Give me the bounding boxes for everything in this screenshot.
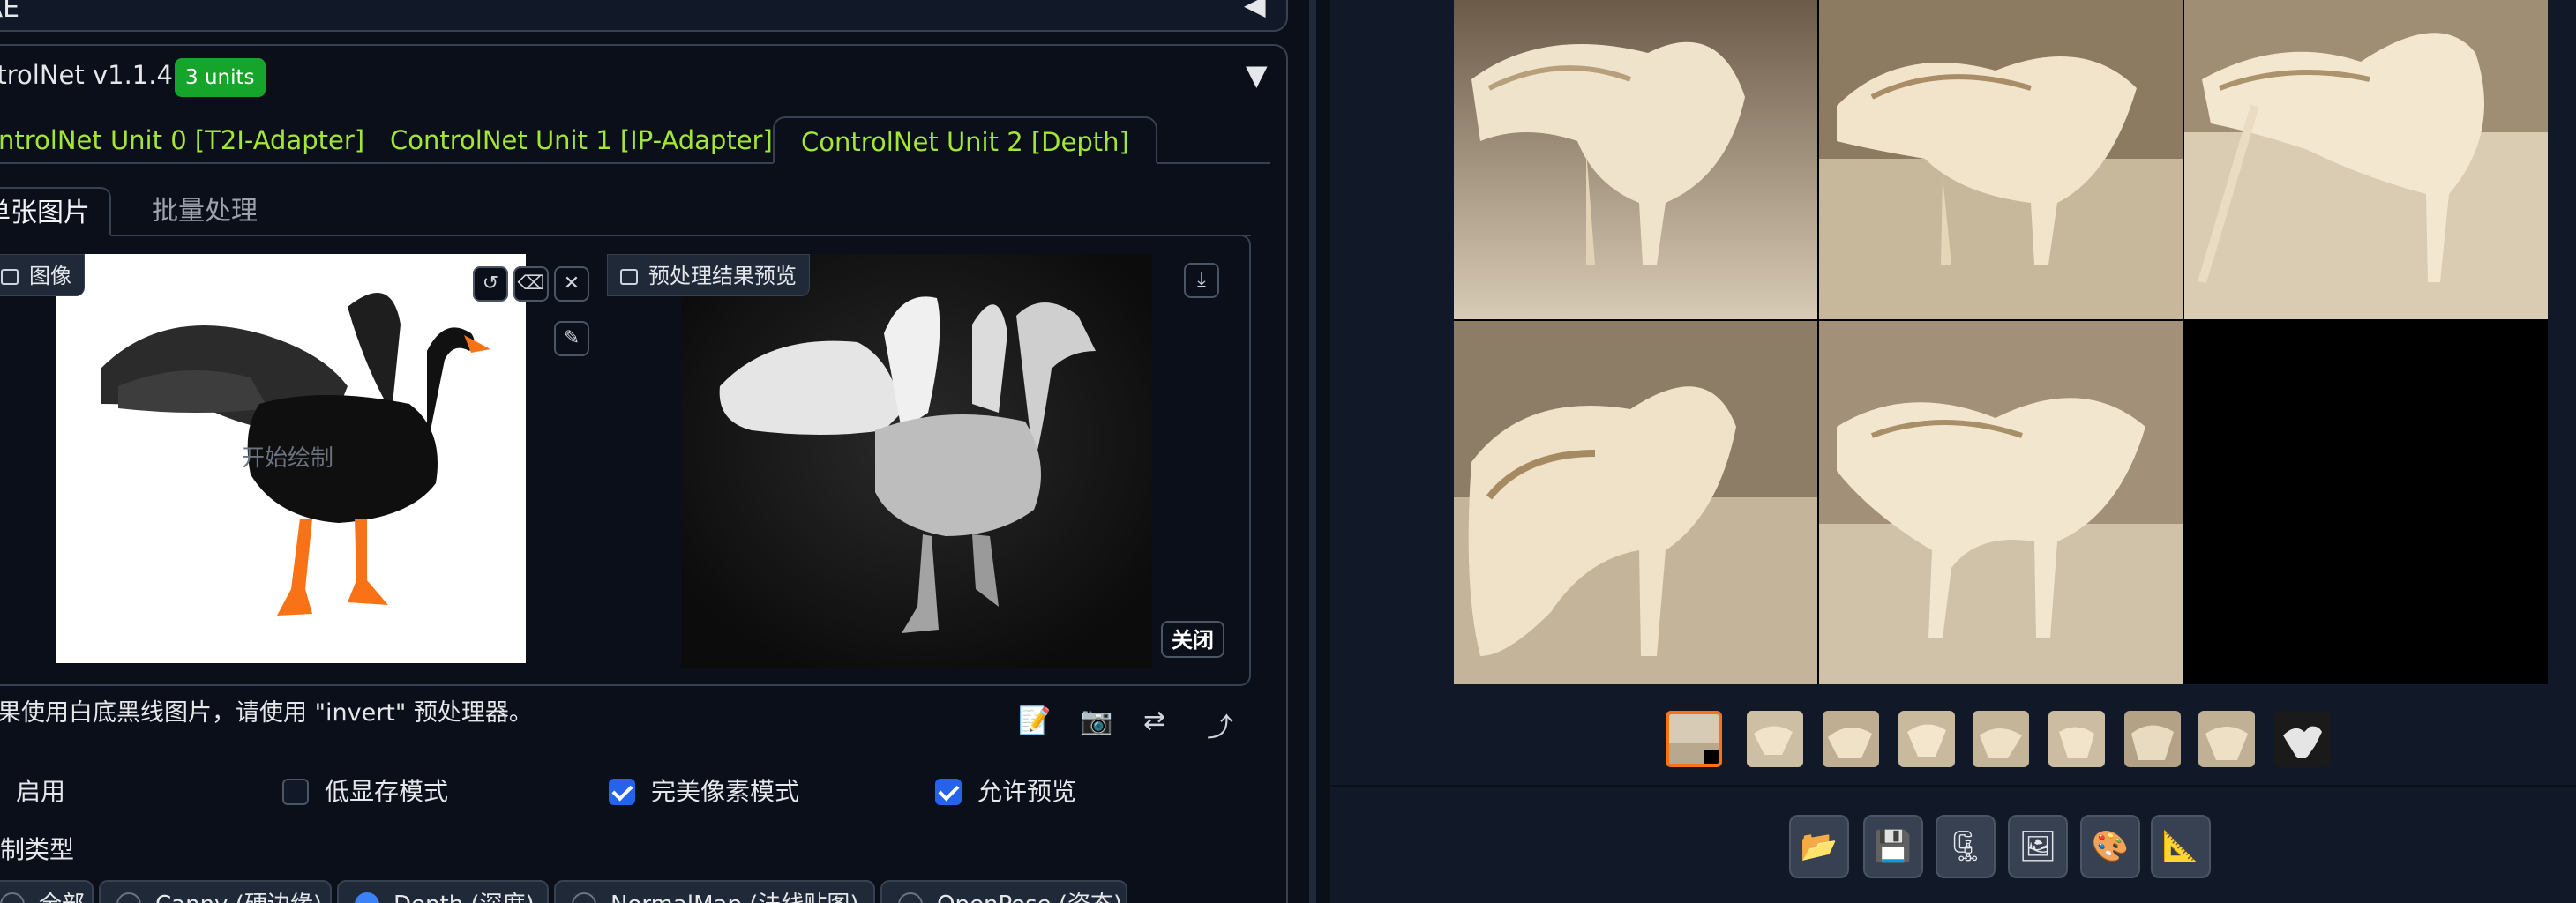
undo-icon[interactable]: ↺ xyxy=(473,266,508,302)
radio-selected-icon[interactable] xyxy=(355,892,379,903)
thumbnail-3[interactable] xyxy=(1823,711,1879,767)
sculpture-thumbnail-image xyxy=(1747,711,1803,767)
sculpture-thumbnail-image xyxy=(2198,711,2255,767)
sculpture-image xyxy=(1454,321,1817,684)
thumbnail-7[interactable] xyxy=(2124,711,2181,767)
gallery-image-4[interactable] xyxy=(1454,321,1817,684)
tab-batch[interactable]: 批量处理 xyxy=(152,187,258,236)
eraser-icon[interactable]: ⌫ xyxy=(513,266,549,302)
thumbnail-4[interactable] xyxy=(1898,711,1955,767)
units-badge: 3 units xyxy=(175,58,266,97)
depth-map-image xyxy=(681,254,1152,668)
image-icon xyxy=(1,269,19,285)
thumbnail-2[interactable] xyxy=(1747,711,1803,767)
expand-arrow-icon[interactable]: ▼ xyxy=(1246,58,1268,92)
send-icon[interactable]: ⤴ xyxy=(1207,705,1233,744)
sculpture-image xyxy=(1819,321,2183,684)
vae-accordion-label: VAE xyxy=(0,0,20,24)
output-gallery xyxy=(1454,0,2548,684)
download-icon[interactable]: ⤓ xyxy=(1184,263,1219,298)
camera-icon[interactable]: 📷 xyxy=(1080,705,1112,736)
sculpture-thumbnail-image xyxy=(1973,711,2029,767)
control-type-canny[interactable]: Canny (硬边缘) xyxy=(99,880,332,903)
tab-controlnet-unit-0[interactable]: ControlNet Unit 0 [T2I-Adapter] xyxy=(0,116,364,164)
invert-hint: 如果使用白底黑线图片，请使用 "invert" 预处理器。 xyxy=(0,699,533,727)
close-preview-button[interactable]: 关闭 xyxy=(1161,621,1224,658)
black-swan-image: 开始绘制 xyxy=(56,254,526,663)
radio-icon[interactable] xyxy=(572,892,596,903)
allow-preview-checkbox[interactable]: 允许预览 xyxy=(935,774,1076,810)
thumbnail-8[interactable] xyxy=(2198,711,2255,767)
collapse-arrow-icon[interactable]: ◀ xyxy=(1244,0,1266,21)
save-icon[interactable]: 💾 xyxy=(1863,815,1923,878)
sculpture-thumbnail-image xyxy=(2048,711,2105,767)
image-label-chip: 图像 xyxy=(0,254,85,296)
sculpture-thumbnail-image xyxy=(2124,711,2181,767)
pixel-perfect-checkbox[interactable]: 完美像素模式 xyxy=(609,774,799,810)
preview-label-chip: 预处理结果预览 xyxy=(607,254,810,296)
memo-icon[interactable]: 📝 xyxy=(1018,705,1051,736)
swap-icon[interactable]: ⇄ xyxy=(1143,705,1165,736)
gallery-image-1[interactable] xyxy=(1454,0,1817,319)
input-image-canvas[interactable]: 开始绘制 xyxy=(56,254,526,663)
checkbox-checked-icon[interactable] xyxy=(935,779,962,805)
thumbnail-1[interactable] xyxy=(1666,711,1722,767)
gallery-image-2[interactable] xyxy=(1819,0,2183,319)
gallery-image-3[interactable] xyxy=(2184,0,2548,319)
close-icon[interactable]: ✕ xyxy=(554,266,589,302)
depth-thumbnail-image xyxy=(2274,711,2331,767)
vae-accordion[interactable] xyxy=(0,0,1288,32)
enable-checkbox[interactable]: 启用 xyxy=(0,774,65,810)
sculpture-thumbnail-image xyxy=(1898,711,1955,767)
control-type-openpose[interactable]: OpenPose (姿态) xyxy=(880,880,1127,903)
gallery-image-5[interactable] xyxy=(1819,321,2183,684)
tab-controlnet-unit-2[interactable]: ControlNet Unit 2 [Depth] xyxy=(773,116,1157,164)
tab-single-image[interactable]: 单张图片 xyxy=(0,187,111,236)
radio-icon[interactable] xyxy=(898,892,923,903)
folder-icon[interactable]: 📂 xyxy=(1789,815,1849,878)
canvas-overlay-text: 开始绘制 xyxy=(242,445,333,472)
sculpture-image xyxy=(1454,0,1817,319)
low-vram-checkbox[interactable]: 低显存模式 xyxy=(282,774,448,810)
palette-icon[interactable]: 🎨 xyxy=(2080,815,2140,878)
thumbnail-5[interactable] xyxy=(1973,711,2029,767)
tab-controlnet-unit-1[interactable]: ControlNet Unit 1 [IP-Adapter] xyxy=(390,116,773,164)
thumbnail-9[interactable] xyxy=(2274,711,2331,767)
control-type-label: 控制类型 xyxy=(0,835,75,864)
grid-thumbnail-image xyxy=(1669,714,1719,764)
control-type-all[interactable]: 全部 xyxy=(0,880,94,903)
zip-icon[interactable]: 🗜 xyxy=(1936,815,1996,878)
brush-icon[interactable]: ✎ xyxy=(554,321,589,356)
control-type-depth[interactable]: Depth (深度) xyxy=(337,880,549,903)
sculpture-image xyxy=(2184,0,2548,319)
controlnet-panel: VAE ◀ ControlNet v1.1.415 3 units ▼ Cont… xyxy=(0,0,1293,903)
column-divider[interactable] xyxy=(1309,0,1316,903)
depth-preview-image xyxy=(681,254,1152,668)
radio-icon[interactable] xyxy=(0,892,25,903)
checkbox-checked-icon[interactable] xyxy=(609,779,635,805)
image-icon[interactable]: 🖼 xyxy=(2008,815,2068,878)
image-icon xyxy=(620,269,638,285)
radio-icon[interactable] xyxy=(116,892,141,903)
control-type-normalmap[interactable]: NormalMap (法线贴图) xyxy=(554,880,875,903)
ruler-icon[interactable]: 📐 xyxy=(2151,815,2211,878)
checkbox-icon[interactable] xyxy=(282,779,309,805)
sculpture-image xyxy=(1819,0,2183,319)
thumbnail-6[interactable] xyxy=(2048,711,2105,767)
sculpture-thumbnail-image xyxy=(1823,711,1879,767)
